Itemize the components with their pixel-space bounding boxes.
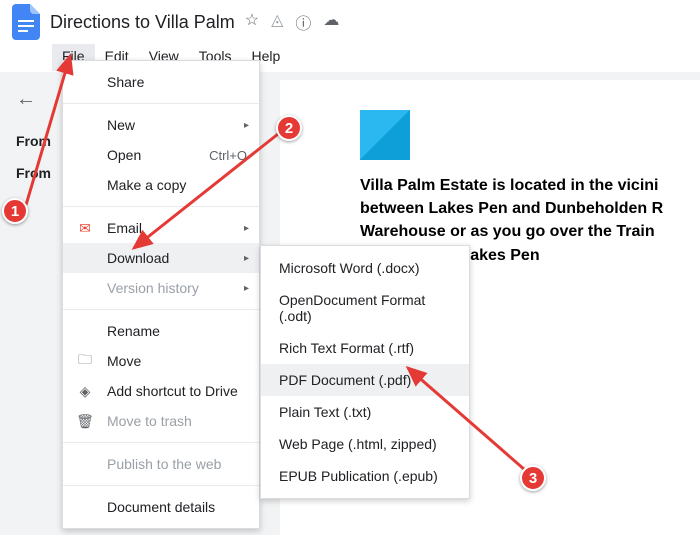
file-dropdown: Share New ▸ Open Ctrl+O Make a copy ✉ Email… xyxy=(62,60,260,529)
menu-add-shortcut[interactable]: ◈ Add shortcut to Drive xyxy=(63,376,259,406)
download-submenu: Microsoft Word (.docx) OpenDocument Form… xyxy=(260,245,470,499)
star-icon[interactable]: ☆ xyxy=(245,10,259,34)
menu-label: Share xyxy=(107,74,144,90)
title-bar: Directions to Villa Palm ☆ ◬ ⓘ ☁ xyxy=(0,0,700,44)
text-line: between Lakes Pen and Dunbeholden R xyxy=(360,197,700,220)
menu-label: New xyxy=(107,117,135,133)
menu-label: Make a copy xyxy=(107,177,186,193)
menu-email[interactable]: ✉ Email ▸ xyxy=(63,213,259,243)
separator xyxy=(63,103,259,104)
menu-label: Document details xyxy=(107,499,215,515)
download-html[interactable]: Web Page (.html, zipped) xyxy=(261,428,469,460)
trash-icon: 🗑 xyxy=(75,413,95,430)
chevron-right-icon: ▸ xyxy=(244,120,249,131)
menu-label: Version history xyxy=(107,280,199,296)
download-odt[interactable]: OpenDocument Format (.odt) xyxy=(261,284,469,332)
separator xyxy=(63,206,259,207)
move-folder-icon[interactable]: ◬ xyxy=(271,10,283,34)
menu-open[interactable]: Open Ctrl+O xyxy=(63,140,259,170)
outline-panel: ← From From xyxy=(0,80,60,197)
menu-label: Download xyxy=(107,250,169,266)
menu-make-copy[interactable]: Make a copy xyxy=(63,170,259,200)
menu-trash[interactable]: 🗑 Move to trash xyxy=(63,406,259,436)
menu-details[interactable]: Document details xyxy=(63,492,259,522)
separator xyxy=(63,485,259,486)
text-line: Warehouse or as you go over the Train xyxy=(360,220,700,243)
menu-rename[interactable]: Rename xyxy=(63,316,259,346)
menu-publish[interactable]: Publish to the web xyxy=(63,449,259,479)
annotation-badge-3: 3 xyxy=(520,465,546,491)
shortcut-label: Ctrl+O xyxy=(209,148,247,163)
cloud-saved-icon[interactable]: ☁ xyxy=(323,10,339,34)
menu-label: Email xyxy=(107,220,142,236)
menu-label: Rename xyxy=(107,323,160,339)
docs-logo-icon[interactable] xyxy=(8,4,44,40)
drive-icon: ◈ xyxy=(75,383,95,400)
back-arrow-icon[interactable]: ← xyxy=(16,88,44,111)
info-icon[interactable]: ⓘ xyxy=(295,10,311,34)
outline-item[interactable]: From xyxy=(16,125,44,157)
chevron-right-icon: ▸ xyxy=(244,253,249,264)
download-rtf[interactable]: Rich Text Format (.rtf) xyxy=(261,332,469,364)
download-epub[interactable]: EPUB Publication (.epub) xyxy=(261,460,469,492)
outline-item[interactable]: From xyxy=(16,157,44,189)
annotation-badge-1: 1 xyxy=(2,198,28,224)
embedded-image xyxy=(360,110,410,160)
menu-download[interactable]: Download ▸ xyxy=(63,243,259,273)
menu-label: Publish to the web xyxy=(107,456,221,472)
download-txt[interactable]: Plain Text (.txt) xyxy=(261,396,469,428)
text-line: Villa Palm Estate is located in the vici… xyxy=(360,174,700,197)
menu-label: Move to trash xyxy=(107,413,192,429)
folder-icon: 🗀 xyxy=(75,349,95,373)
annotation-badge-2: 2 xyxy=(276,115,302,141)
download-docx[interactable]: Microsoft Word (.docx) xyxy=(261,252,469,284)
menu-new[interactable]: New ▸ xyxy=(63,110,259,140)
menu-version-history[interactable]: Version history ▸ xyxy=(63,273,259,303)
menu-move[interactable]: 🗀 Move xyxy=(63,346,259,376)
menu-label: Add shortcut to Drive xyxy=(107,383,238,399)
menu-label: Move xyxy=(107,353,141,369)
separator xyxy=(63,309,259,310)
doc-title[interactable]: Directions to Villa Palm xyxy=(50,12,235,33)
menu-label: Open xyxy=(107,147,141,163)
chevron-right-icon: ▸ xyxy=(244,283,249,294)
menu-share[interactable]: Share xyxy=(63,67,259,97)
separator xyxy=(63,442,259,443)
gmail-icon: ✉ xyxy=(75,220,95,237)
chevron-right-icon: ▸ xyxy=(244,223,249,234)
download-pdf[interactable]: PDF Document (.pdf) xyxy=(261,364,469,396)
